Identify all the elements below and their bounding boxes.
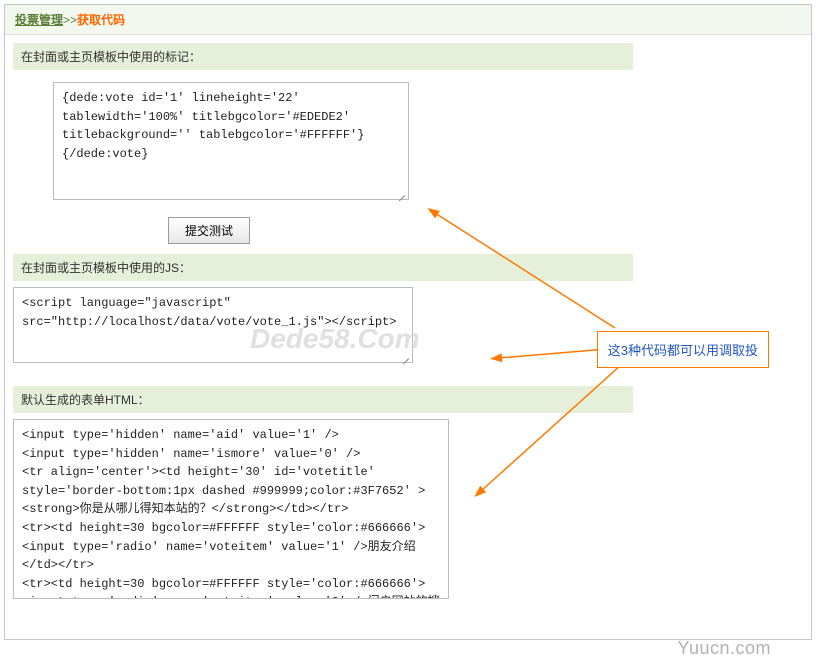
breadcrumb: 投票管理>>获取代码: [5, 5, 811, 35]
html-code-textarea[interactable]: [13, 419, 449, 599]
annotation-callout: 这3种代码都可以用调取投: [597, 331, 769, 368]
watermark-corner: Yuucn.com: [677, 638, 771, 659]
section-html: 默认生成的表单HTML：: [13, 386, 803, 602]
js-code-textarea[interactable]: [13, 287, 413, 363]
section-title: 在封面或主页模板中使用的JS：: [13, 254, 633, 281]
breadcrumb-link[interactable]: 投票管理: [15, 13, 63, 27]
template-tag-textarea[interactable]: [53, 82, 409, 200]
breadcrumb-sep: >>: [63, 13, 77, 27]
main-frame: 投票管理>>获取代码 在封面或主页模板中使用的标记： 提交测试 在封面或主页模板…: [4, 4, 812, 640]
submit-test-button[interactable]: 提交测试: [168, 217, 250, 244]
breadcrumb-current: 获取代码: [77, 13, 125, 27]
section-template-tag: 在封面或主页模板中使用的标记： 提交测试: [13, 43, 803, 244]
section-title: 在封面或主页模板中使用的标记：: [13, 43, 633, 70]
section-title: 默认生成的表单HTML：: [13, 386, 633, 413]
